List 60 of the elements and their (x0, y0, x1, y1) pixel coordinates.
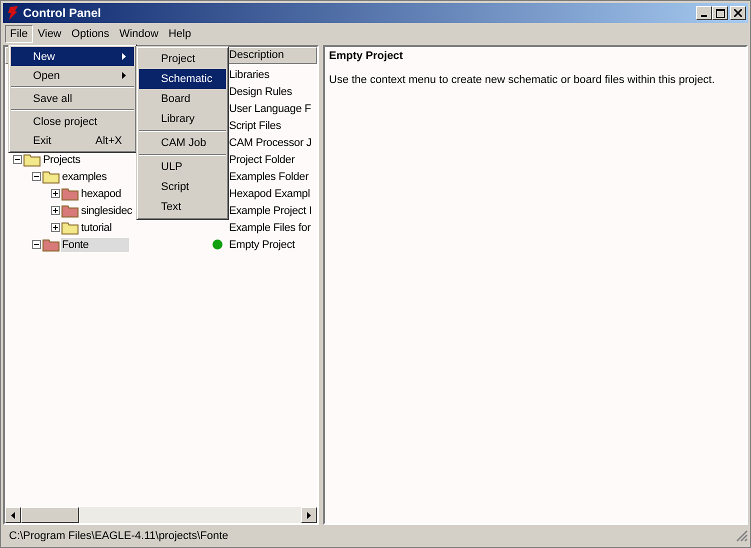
expander-icon[interactable] (13, 155, 22, 164)
description-cell-text: Project Folder (229, 154, 296, 166)
description-cell-text: Examples Folder (229, 170, 310, 182)
menu-item[interactable]: Schematic (139, 69, 226, 89)
scroll-left-icon[interactable] (11, 512, 15, 518)
expander-icon[interactable] (32, 172, 41, 181)
close-icon (734, 9, 742, 17)
status-text: C:\Program Files\EAGLE-4.11\projects\Fonte (9, 530, 228, 542)
tree-item[interactable]: Projects (42, 152, 82, 166)
folder-icon (42, 238, 60, 252)
menu-item[interactable]: Script (139, 177, 226, 197)
menu-bar-item[interactable]: Window (114, 25, 164, 43)
tree-item[interactable]: hexapod (80, 186, 122, 200)
tree-item[interactable]: tutorial (80, 220, 113, 234)
scroll-right-icon[interactable] (307, 512, 311, 518)
description-cell-text: Example Project I (229, 204, 313, 216)
app-icon (7, 6, 19, 20)
description-cell-text: Hexapod Exampl (229, 188, 311, 200)
menu-item[interactable]: Close project (11, 112, 134, 131)
tree-item[interactable]: Fonte (61, 238, 129, 252)
menu-item[interactable]: ULP (139, 157, 226, 177)
folder-icon (42, 170, 60, 184)
menu-item[interactable]: Library (139, 109, 226, 129)
description-cell-text: CAM Processor J (229, 136, 313, 148)
description-cell-text: User Language F (229, 102, 312, 114)
expander-icon[interactable] (32, 240, 41, 249)
menu-bar-item[interactable]: Help (163, 25, 196, 43)
menu-item[interactable]: Save all (11, 89, 134, 108)
folder-icon (61, 204, 79, 218)
maximize-icon (716, 8, 724, 18)
folder-icon (61, 220, 79, 234)
menu-item[interactable]: Board (139, 89, 226, 109)
menu-item[interactable]: CAM Job (139, 133, 226, 153)
description-cell-text: Libraries (229, 68, 270, 80)
menu-item[interactable]: Exit Alt+X (11, 131, 134, 150)
description-cell-text: Design Rules (229, 86, 294, 98)
folder-icon (61, 186, 79, 200)
minimize-button[interactable] (696, 6, 712, 20)
menu-item[interactable]: Text (139, 197, 226, 217)
expander-icon[interactable] (51, 189, 60, 198)
menu-item[interactable]: Project (139, 49, 226, 69)
description-cell-text: Empty Project (229, 238, 296, 250)
tree-item[interactable]: examples (61, 170, 108, 184)
menu-item[interactable]: New (11, 47, 134, 66)
close-button[interactable] (730, 6, 746, 20)
window-title: Control Panel (23, 6, 102, 20)
expander-icon[interactable] (51, 206, 60, 215)
horizontal-scrollbar[interactable] (5, 507, 317, 523)
menu-bar-item[interactable]: View (32, 25, 66, 43)
menu-bar-item[interactable]: File (5, 25, 33, 43)
maximize-button[interactable] (712, 6, 728, 20)
description-cell-text: Example Files for (229, 222, 312, 234)
menu-item[interactable]: Open (11, 66, 134, 85)
expander-icon[interactable] (51, 223, 60, 232)
resize-grip-icon[interactable] (736, 530, 748, 542)
menu-bar-item[interactable]: Options (66, 25, 114, 43)
details-text: Use the context menu to create new schematic or board files within this project. (329, 74, 716, 86)
description-cell-text: Script Files (229, 120, 282, 132)
tree-item[interactable]: singlesidec (80, 204, 134, 218)
details-title: Empty Project (329, 50, 404, 62)
